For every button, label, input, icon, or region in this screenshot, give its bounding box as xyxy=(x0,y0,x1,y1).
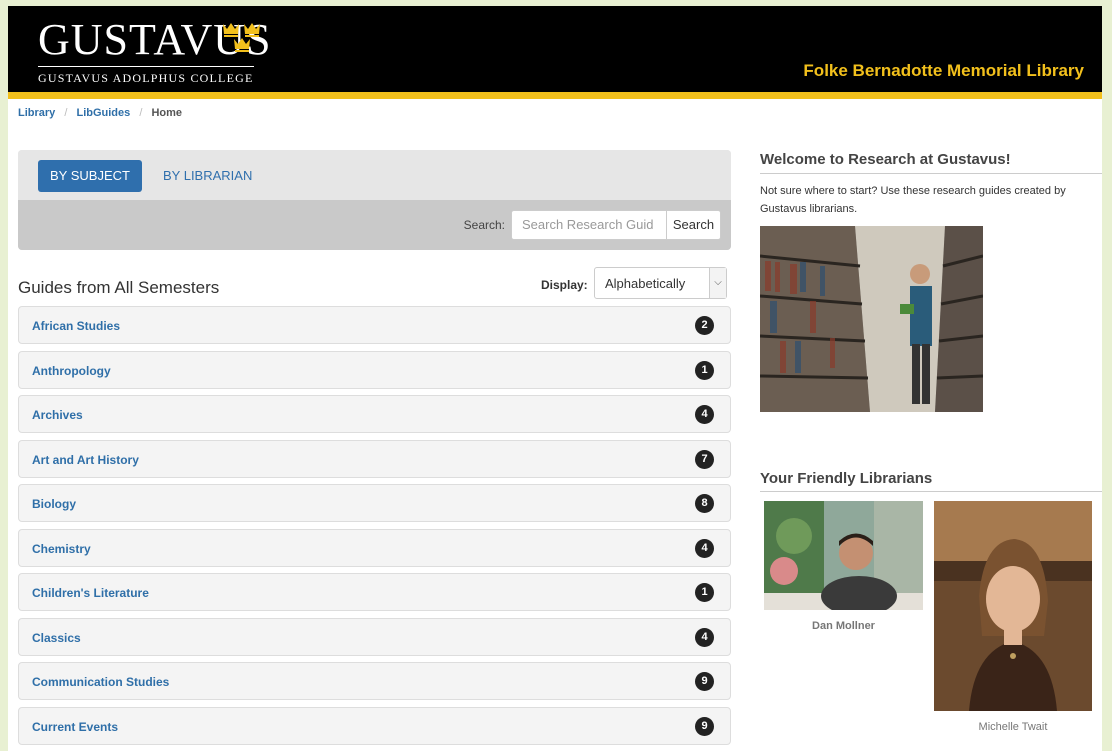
breadcrumb-libguides-link[interactable]: LibGuides xyxy=(76,107,130,119)
search-button[interactable]: Search xyxy=(666,210,721,240)
guide-name[interactable]: Art and Art History xyxy=(32,453,139,467)
guide-item-african-studies[interactable]: African Studies 2 xyxy=(18,306,731,344)
guide-count-badge: 4 xyxy=(695,538,714,558)
guide-count-badge: 8 xyxy=(695,494,714,513)
breadcrumb-library-link[interactable]: Library xyxy=(18,107,55,119)
guide-item-current-events[interactable]: Current Events 9 xyxy=(18,706,731,745)
divider xyxy=(760,173,1102,174)
chevron-down-icon: ⌵ xyxy=(709,268,726,298)
librarians-heading: Your Friendly Librarians xyxy=(760,470,933,487)
guide-name[interactable]: Current Events xyxy=(32,720,118,734)
guide-name[interactable]: Communication Studies xyxy=(32,675,169,689)
guide-count-badge: 9 xyxy=(695,672,714,691)
divider xyxy=(760,491,1102,492)
breadcrumb-separator: / xyxy=(139,107,143,119)
display-label: Display: xyxy=(541,278,588,292)
guide-item-childrens-literature[interactable]: Children's Literature 1 xyxy=(18,573,731,611)
librarian-photo-dan[interactable] xyxy=(764,501,923,610)
college-name: GUSTAVUS ADOLPHUS COLLEGE xyxy=(38,66,254,86)
page: GUSTAVUS GUSTAVUS ADOLPHUS COLLEGE Folke… xyxy=(8,6,1102,751)
guide-name[interactable]: Chemistry xyxy=(32,542,91,556)
guide-item-chemistry[interactable]: Chemistry 4 xyxy=(18,528,731,567)
guide-count-badge: 2 xyxy=(695,316,714,335)
guide-count-badge: 4 xyxy=(695,627,714,647)
guide-count-badge: 9 xyxy=(695,716,714,736)
welcome-heading: Welcome to Research at Gustavus! xyxy=(760,151,1011,168)
guide-name[interactable]: Biology xyxy=(32,497,76,511)
guide-name[interactable]: Anthropology xyxy=(32,364,111,378)
library-title[interactable]: Folke Bernadotte Memorial Library xyxy=(803,61,1084,81)
librarian-name-michelle: Michelle Twait xyxy=(978,721,1048,733)
site-header: GUSTAVUS GUSTAVUS ADOLPHUS COLLEGE Folke… xyxy=(8,6,1102,99)
guide-count-badge: 1 xyxy=(695,583,714,602)
guide-count-badge: 1 xyxy=(695,360,714,380)
guide-browse-panel: BY SUBJECT BY LIBRARIAN Search: Search R… xyxy=(18,150,731,250)
guide-item-anthropology[interactable]: Anthropology 1 xyxy=(18,350,731,389)
guide-name[interactable]: Classics xyxy=(32,631,81,645)
search-row: Search: Search Research Guid Search xyxy=(18,200,731,250)
guides-heading: Guides from All Semesters xyxy=(18,278,220,297)
welcome-text: Not sure where to start? Use these resea… xyxy=(760,185,1066,215)
guide-item-archives[interactable]: Archives 4 xyxy=(18,395,731,433)
three-crowns-icon xyxy=(223,23,260,52)
library-stacks-photo xyxy=(760,226,983,412)
guide-item-communication-studies[interactable]: Communication Studies 9 xyxy=(18,662,731,700)
guide-count-badge: 7 xyxy=(695,449,714,469)
breadcrumb-separator: / xyxy=(64,107,68,119)
guide-count-badge: 4 xyxy=(695,405,714,424)
guide-name[interactable]: African Studies xyxy=(32,319,120,333)
guide-list: African Studies 2 Anthropology 1 Archive… xyxy=(18,306,731,751)
guide-item-biology[interactable]: Biology 8 xyxy=(18,484,731,522)
breadcrumb: Library / LibGuides / Home xyxy=(18,107,182,119)
breadcrumb-current: Home xyxy=(151,107,183,119)
librarian-photo-michelle[interactable] xyxy=(934,501,1092,711)
search-input[interactable]: Search Research Guid xyxy=(511,210,667,240)
guide-item-classics[interactable]: Classics 4 xyxy=(18,617,731,656)
guide-name[interactable]: Children's Literature xyxy=(32,586,149,600)
tab-by-librarian[interactable]: BY LIBRARIAN xyxy=(163,160,252,192)
librarian-name-dan: Dan Mollner xyxy=(812,620,875,632)
guide-item-art-history[interactable]: Art and Art History 7 xyxy=(18,439,731,478)
display-select-value: Alphabetically xyxy=(605,276,686,291)
display-select[interactable]: Alphabetically ⌵ xyxy=(594,267,727,299)
search-label: Search: xyxy=(463,218,505,232)
tab-by-subject[interactable]: BY SUBJECT xyxy=(38,160,142,192)
guide-name[interactable]: Archives xyxy=(32,408,83,422)
tab-bar: BY SUBJECT BY LIBRARIAN xyxy=(18,150,731,200)
